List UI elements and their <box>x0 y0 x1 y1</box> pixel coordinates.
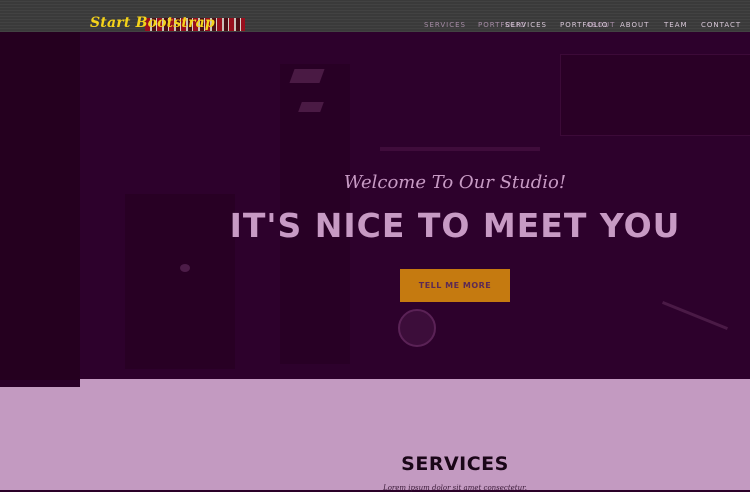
nav-link-portfolio[interactable]: Portfolio <box>560 21 608 29</box>
hero-heading: IT'S NICE TO MEET YOU <box>229 206 681 245</box>
nav-link-about[interactable]: About <box>620 21 649 29</box>
navbar: Start Bootstrap Services Portfolio About… <box>0 0 750 32</box>
nav-link-contact[interactable]: Contact <box>701 21 741 29</box>
services-heading: SERVICES <box>401 453 509 475</box>
hero-section: Welcome To Our Studio! IT'S NICE TO MEET… <box>0 24 750 380</box>
background-object <box>180 264 190 272</box>
background-clock <box>398 309 436 347</box>
nav-link-team[interactable]: Team <box>664 21 688 29</box>
nav-link-services[interactable]: Services <box>505 21 547 29</box>
services-section: SERVICES Lorem ipsum dolor sit amet cons… <box>0 387 750 492</box>
tell-me-more-button[interactable]: Tell Me More <box>400 269 510 302</box>
hero-lead-text: Welcome To Our Studio! <box>343 172 567 193</box>
background-shelf <box>380 147 540 151</box>
services-section-edge <box>80 379 750 387</box>
nav-links: Services Portfolio About Services Portfo… <box>0 21 750 33</box>
services-subheading: Lorem ipsum dolor sit amet consectetur. <box>383 484 527 492</box>
background-lamp <box>298 102 324 112</box>
hero-background-shade <box>0 24 80 380</box>
background-object <box>661 300 729 331</box>
nav-link-services[interactable]: Services <box>424 21 466 29</box>
background-lamp <box>289 69 325 83</box>
background-window <box>560 54 750 136</box>
